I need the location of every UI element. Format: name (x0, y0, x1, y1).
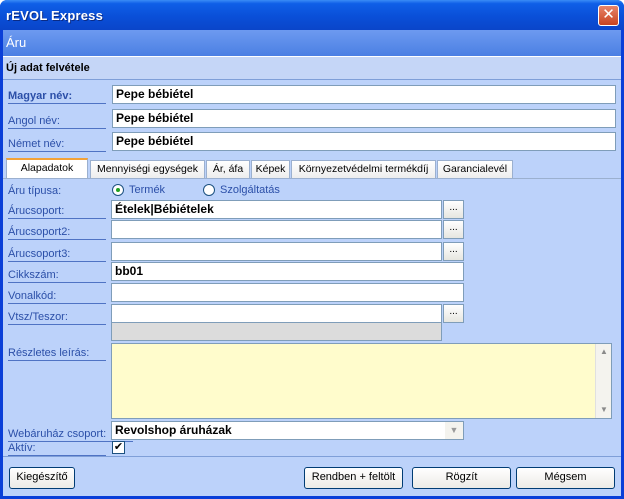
vtsz-description-field (111, 322, 442, 341)
active-checkbox[interactable]: ✔ (112, 441, 125, 454)
radio-product[interactable] (112, 184, 124, 196)
tab-garancialevel[interactable]: Garancialevél (437, 160, 513, 179)
extra-button[interactable]: Kiegészítő (9, 467, 75, 489)
english-name-field[interactable]: Pepe bébiétel (112, 109, 616, 128)
header-band: Áru (3, 30, 621, 56)
tab-kepek[interactable]: Képek (251, 160, 290, 179)
close-icon[interactable]: ✕ (598, 5, 619, 26)
barcode-label: Vonalkód: (8, 290, 106, 304)
cancel-button[interactable]: Mégsem (516, 467, 615, 489)
sku-label: Cikkszám: (8, 269, 106, 283)
title-bar: rEVOL Express ✕ (0, 0, 624, 30)
product-group2-field[interactable] (111, 220, 442, 239)
save-button[interactable]: Rögzít (412, 467, 511, 489)
chevron-down-icon[interactable]: ▼ (445, 422, 463, 439)
tab-panel-border (3, 178, 621, 179)
description-textarea[interactable]: ▲ ▼ (111, 343, 612, 419)
radio-service-label[interactable]: Szolgáltatás (220, 184, 280, 196)
tab-ar-afa[interactable]: Ár, áfa (206, 160, 250, 179)
ok-upload-button[interactable]: Rendben + feltölt (304, 467, 403, 489)
scroll-down-icon[interactable]: ▼ (597, 403, 611, 417)
product-group3-browse-button[interactable]: ... (443, 242, 464, 261)
page-subtitle: Új adat felvétele (6, 62, 90, 74)
product-group2-label: Árucsoport2: (8, 226, 106, 240)
tab-mennyisegi-egysegek[interactable]: Mennyiségi egységek (90, 160, 205, 179)
webshop-group-value: Revolshop áruházak (115, 423, 232, 437)
product-group-browse-button[interactable]: ... (443, 200, 464, 219)
hungarian-name-field[interactable]: Pepe bébiétel (112, 85, 616, 104)
product-group2-browse-button[interactable]: ... (443, 220, 464, 239)
webshop-group-select[interactable]: Revolshop áruházak ▼ (111, 421, 464, 440)
tab-kornyezetvedelmi-termekdij[interactable]: Környezetvédelmi termékdíj (291, 160, 436, 179)
radio-product-label[interactable]: Termék (129, 184, 165, 196)
window-title: rEVOL Express (6, 8, 104, 23)
dialog-client: Áru Új adat felvétele Magyar név: Pepe b… (3, 30, 621, 496)
product-group3-field[interactable] (111, 242, 442, 261)
product-group-label: Árucsoport: (8, 205, 106, 219)
description-scrollbar[interactable]: ▲ ▼ (595, 344, 611, 418)
vtsz-label: Vtsz/Teszor: (8, 311, 106, 325)
hungarian-name-label: Magyar név: (8, 90, 106, 104)
vtsz-field[interactable] (111, 304, 442, 323)
barcode-field[interactable] (111, 283, 464, 302)
scroll-up-icon[interactable]: ▲ (597, 345, 611, 359)
german-name-field[interactable]: Pepe bébiétel (112, 132, 616, 151)
product-group3-label: Árucsoport3: (8, 248, 106, 262)
footer-divider (3, 456, 621, 457)
app-window: rEVOL Express ✕ Áru Új adat felvétele Ma… (0, 0, 624, 499)
radio-service[interactable] (203, 184, 215, 196)
english-name-label: Angol név: (8, 115, 106, 129)
item-type-label: Áru típusa: (8, 185, 62, 197)
vtsz-browse-button[interactable]: ... (443, 304, 464, 323)
description-label: Részletes leírás: (8, 347, 106, 361)
german-name-label: Német név: (8, 138, 106, 152)
active-label: Aktív: (8, 442, 106, 456)
page-title: Áru (6, 35, 27, 50)
product-group-field[interactable]: Ételek|Bébiételek (111, 200, 442, 219)
sku-field[interactable]: bb01 (111, 262, 464, 281)
subheader: Új adat felvétele (3, 56, 621, 80)
tab-alapadatok[interactable]: Alapadatok (6, 158, 88, 179)
